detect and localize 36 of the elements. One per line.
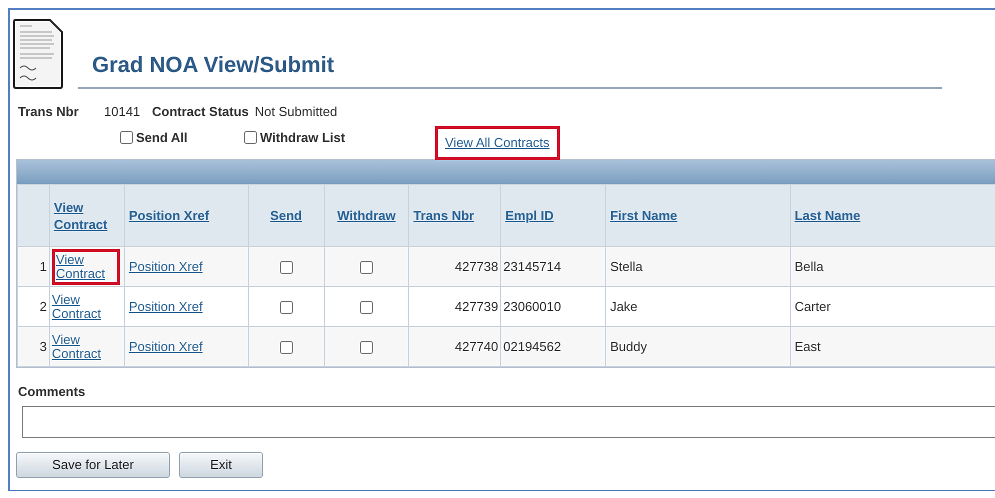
action-button[interactable]: Save for Later bbox=[16, 452, 170, 478]
page-title: Grad NOA View/Submit bbox=[92, 51, 334, 79]
table-cell: 427739 bbox=[454, 298, 498, 314]
checkbox[interactable] bbox=[360, 260, 373, 274]
table-cell: 23060010 bbox=[503, 298, 562, 314]
action-button[interactable]: Exit bbox=[179, 452, 263, 478]
table-cell: Bella bbox=[794, 258, 824, 274]
contract-document-icon bbox=[12, 18, 64, 90]
comments-label: Comments bbox=[18, 383, 86, 401]
table-cell: Buddy bbox=[610, 338, 647, 354]
checkbox[interactable] bbox=[280, 300, 293, 314]
checkbox[interactable] bbox=[120, 130, 133, 144]
checkbox[interactable] bbox=[360, 340, 373, 354]
field-value: Not Submitted bbox=[254, 103, 338, 121]
checkbox[interactable] bbox=[244, 130, 257, 144]
field-label: Contract Status bbox=[152, 103, 249, 121]
checkbox-label: Withdraw List bbox=[260, 128, 346, 146]
row-number: 1 bbox=[40, 258, 47, 274]
row-number: 2 bbox=[40, 298, 47, 314]
table-cell: 23145714 bbox=[503, 258, 562, 274]
checkbox[interactable] bbox=[360, 300, 373, 314]
table-cell: Stella bbox=[610, 258, 643, 274]
row-number: 3 bbox=[40, 338, 47, 354]
comments-field[interactable] bbox=[22, 406, 995, 438]
table-cell: 427738 bbox=[454, 258, 498, 274]
table-cell: 427740 bbox=[454, 338, 498, 354]
checkbox-label: Send All bbox=[136, 128, 188, 146]
field-label: Trans Nbr bbox=[18, 103, 80, 121]
view-all-contracts-link[interactable]: View All Contracts bbox=[439, 130, 556, 156]
checkbox[interactable] bbox=[280, 260, 293, 274]
table-cell: East bbox=[794, 338, 821, 354]
table-cell: Jake bbox=[610, 298, 638, 314]
table-cell: 02194562 bbox=[503, 338, 562, 354]
checkbox[interactable] bbox=[280, 340, 293, 354]
field-value: 10141 bbox=[104, 103, 142, 121]
table-cell: Carter bbox=[794, 298, 831, 314]
